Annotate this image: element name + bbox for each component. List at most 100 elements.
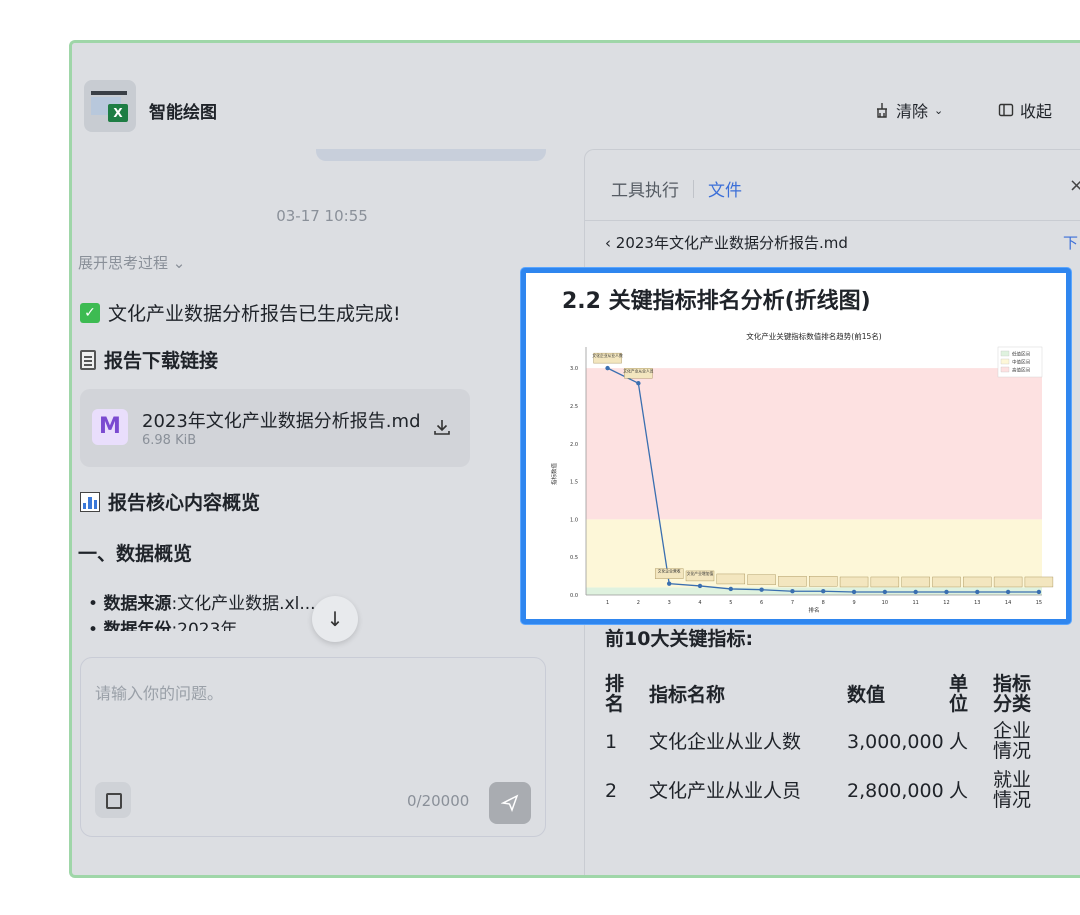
data-point (851, 589, 857, 595)
bullet-text: :文化产业数据.xl... (171, 594, 316, 614)
send-button[interactable] (489, 782, 531, 824)
broom-icon (877, 103, 887, 118)
data-point (882, 589, 888, 595)
x-tick-label: 12 (943, 600, 949, 606)
legend-swatch (1000, 366, 1010, 373)
app-header: X 智能绘图 清除 ⌄ 收起 (72, 43, 1080, 149)
table-cell: 2,800,000 (847, 779, 944, 802)
x-tick-label: 4 (698, 600, 701, 606)
clear-button[interactable]: 清除 ⌄ (874, 98, 943, 122)
y-tick-label: 0.5 (570, 555, 578, 561)
x-tick-label: 6 (760, 600, 763, 606)
list-item: • 数据来源:文化产业数据.xl... (88, 594, 316, 614)
attach-file-button[interactable] (95, 782, 131, 818)
table-cell: 1 (605, 730, 618, 753)
chat-input-placeholder: 请输入你的问题。 (95, 684, 224, 703)
table-cell: 人 (949, 779, 969, 802)
table-cell: 企业情况 (993, 720, 1032, 762)
data-point (666, 581, 672, 586)
breadcrumb-label: 2023年文化产业数据分析报告.md (615, 234, 848, 252)
data-label-box (993, 576, 1023, 588)
x-tick-label: 5 (729, 600, 732, 606)
scroll-to-bottom-button[interactable]: ↓ (312, 596, 358, 642)
top10-heading: 前10大关键指标: (605, 628, 754, 650)
data-point (975, 589, 980, 595)
download-heading-line: 报告下载链接 (80, 346, 218, 373)
y-axis-label: 指标数值 (550, 463, 558, 486)
data-label-box (839, 576, 869, 588)
arrow-down-icon: ↓ (326, 607, 344, 631)
chart-band (586, 368, 1042, 520)
list-item: • 数据年份:2023年 (88, 615, 237, 631)
overview-heading-line: 报告核心内容概览 (80, 488, 260, 515)
sidebar-collapse-icon (998, 103, 1014, 117)
data-point (759, 587, 764, 592)
data-label: 文化企业营收 (658, 569, 681, 574)
table-row: 2 文化产业从业人员 2,800,000 人 就业情况 (605, 766, 1053, 815)
download-link[interactable]: 下 (1063, 232, 1078, 253)
table-cell: 2 (605, 779, 618, 802)
panel-divider (585, 220, 1080, 221)
check-icon: ✓ (80, 302, 100, 323)
data-point (605, 365, 610, 371)
tab-file[interactable]: 文件 (708, 176, 742, 201)
chat-input-box[interactable]: 请输入你的问题。 0/20000 (80, 657, 546, 837)
chart-title: 文化产业关键指标数值排名趋势(前15名) (746, 331, 881, 341)
thinking-toggle[interactable]: 展开思考过程 ⌄ (78, 252, 185, 273)
legend-swatch (1000, 358, 1010, 365)
data-point (697, 583, 703, 589)
file-size: 6.98 KiB (142, 433, 197, 448)
document-icon (80, 349, 96, 370)
bar-chart-icon (80, 491, 100, 512)
thinking-toggle-label: 展开思考过程 (78, 254, 169, 272)
bullet-label: 数据来源 (103, 594, 172, 614)
file-attachment-card[interactable]: M 2023年文化产业数据分析报告.md 6.98 KiB (80, 389, 470, 467)
data-point (913, 589, 918, 595)
bullet-text: :2023年 (171, 620, 238, 631)
data-label-box (809, 576, 838, 587)
data-point (1036, 589, 1042, 595)
x-tick-label: 9 (852, 600, 855, 606)
data-point (944, 589, 949, 595)
data-label-box (716, 573, 746, 585)
tab-tool-execution[interactable]: 工具执行 (611, 176, 679, 201)
data-label-box (901, 576, 930, 588)
data-label-box (932, 576, 961, 588)
x-tick-label: 1 (606, 600, 609, 606)
clear-label: 清除 (896, 102, 929, 121)
chevron-down-icon: ⌄ (172, 254, 186, 272)
close-icon[interactable]: × (1069, 175, 1080, 196)
section-heading: 一、数据概览 (78, 543, 193, 565)
x-tick-label: 11 (912, 600, 918, 606)
download-icon[interactable] (432, 417, 452, 437)
panel-tabs: 工具执行 文件 (611, 176, 742, 201)
file-breadcrumb[interactable]: ‹ 2023年文化产业数据分析报告.md (605, 232, 848, 253)
table-header-row: 排名 指标名称 数值 单位 指标分类 (605, 672, 1053, 717)
download-heading: 报告下载链接 (104, 350, 219, 372)
line-chart: 文化产业关键指标数值排名趋势(前15名) 0.0 0.5 1.0 1.5 2.0 2.5 3.… (550, 331, 1054, 614)
table-header: 数值 (847, 683, 886, 706)
data-label: 文化企业从业人数 (592, 353, 623, 358)
bullet-label: 数据年份 (103, 620, 172, 631)
x-axis-label: 排名 (808, 606, 819, 614)
legend-label: 中值区间 (1012, 359, 1030, 366)
markdown-file-icon: M (92, 409, 128, 445)
app-logo: X (84, 80, 136, 132)
table-header: 排名 (605, 673, 625, 715)
send-icon (500, 794, 519, 813)
legend-label: 低值区间 (1012, 351, 1030, 358)
table-cell: 文化产业从业人员 (649, 779, 802, 802)
done-line: ✓ 文化产业数据分析报告已生成完成! (80, 299, 401, 326)
table-cell: 文化企业从业人数 (649, 730, 802, 753)
metrics-table: 排名 指标名称 数值 单位 指标分类 1 文化企业从业人数 3,000,000 … (605, 672, 1053, 815)
overview-heading: 报告核心内容概览 (108, 492, 261, 514)
table-header: 单位 (949, 673, 969, 715)
collapse-button[interactable]: 收起 (998, 98, 1052, 122)
table-header: 指标名称 (649, 683, 726, 706)
legend-swatch (1000, 350, 1010, 357)
data-label: 文化产业增加值 (687, 571, 714, 576)
data-point (728, 586, 734, 592)
data-point (636, 381, 641, 386)
message-timestamp: 03-17 10:55 (276, 207, 368, 225)
y-tick-label: 0.0 (570, 593, 578, 599)
